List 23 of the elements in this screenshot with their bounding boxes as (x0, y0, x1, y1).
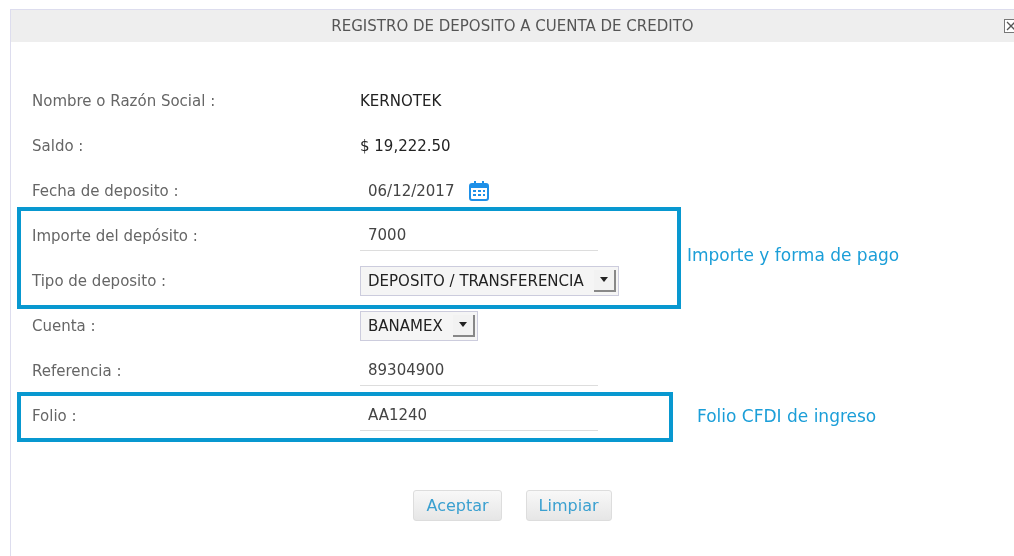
field-label: Nombre o Razón Social : (32, 91, 217, 110)
field-value: $ 19,222.50 (360, 136, 451, 155)
field-label: Saldo : (32, 136, 85, 155)
input-field[interactable]: AA1240 (360, 400, 598, 431)
input-field[interactable]: 89304900 (360, 355, 598, 386)
caret-icon (458, 322, 467, 327)
calendar-icon[interactable] (468, 179, 491, 202)
caret-icon (599, 277, 608, 282)
dropdown[interactable]: DEPOSITO / TRANSFERENCIA (360, 265, 619, 296)
close-icon[interactable] (1004, 19, 1014, 33)
window-title: REGISTRO DE DEPOSITO A CUENTA DE CREDITO (331, 17, 694, 35)
annotation-text: Importe y forma de pago (687, 245, 900, 265)
field-label: Folio : (32, 406, 78, 425)
field-label: Referencia : (32, 361, 123, 380)
field-label: Cuenta : (32, 316, 97, 335)
annotation-text: Folio CFDI de ingreso (697, 406, 877, 426)
date-value: 06/12/2017 (367, 181, 455, 200)
field-label: Importe del depósito : (32, 226, 199, 245)
field-value: KERNOTEK (360, 91, 442, 110)
input-field[interactable]: 7000 (360, 220, 598, 251)
dropdown[interactable]: BANAMEX (360, 310, 478, 341)
field-label: Fecha de deposito : (32, 181, 180, 200)
field-label: Tipo de deposito : (32, 271, 168, 290)
